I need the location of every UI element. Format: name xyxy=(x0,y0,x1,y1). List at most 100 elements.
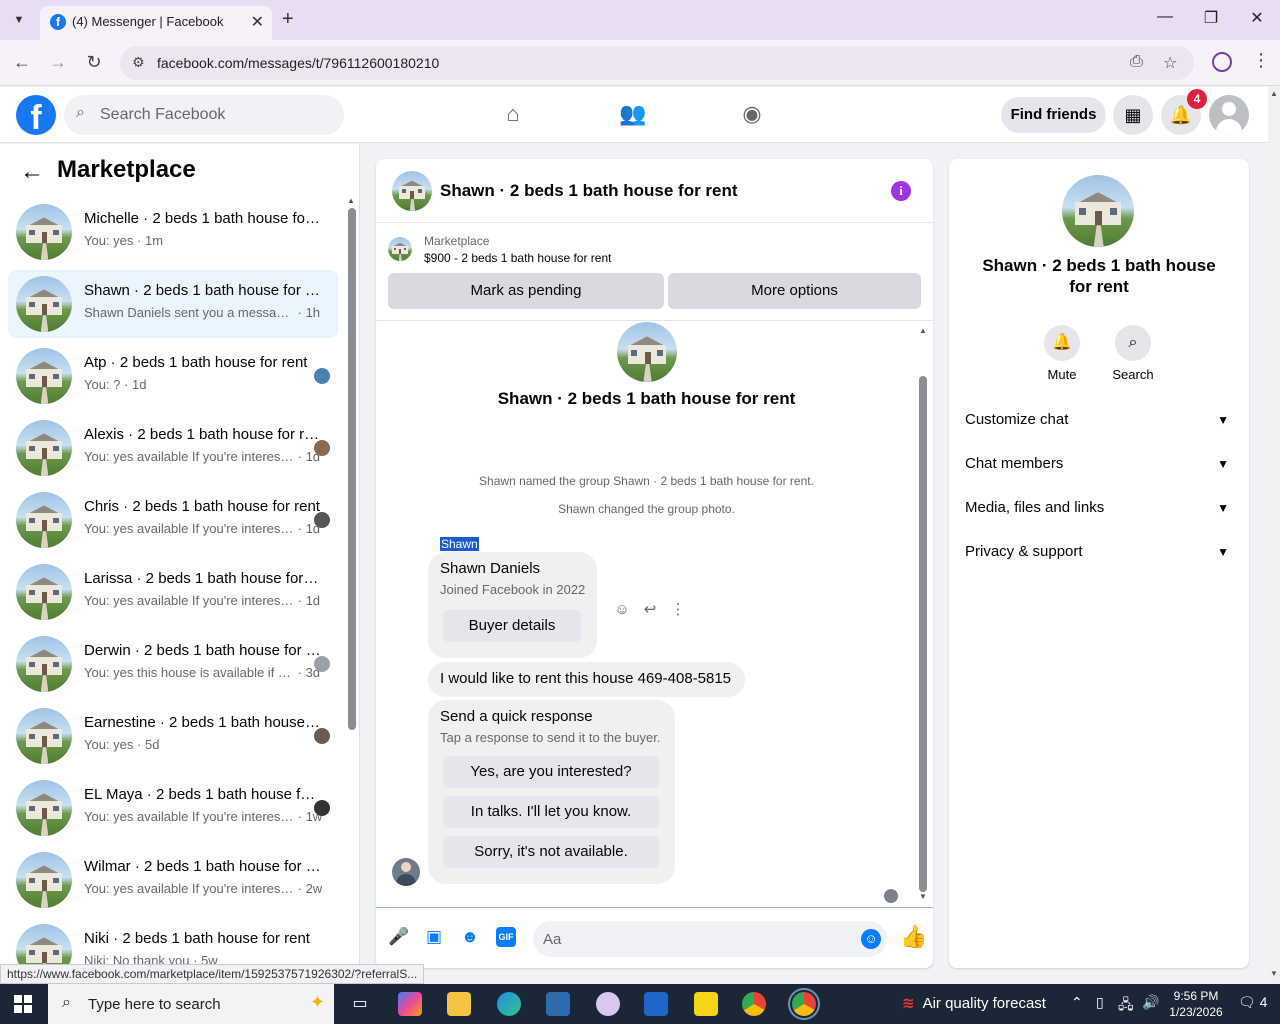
conversation-item[interactable]: Chris · 2 beds 1 bath house for rent You:… xyxy=(8,486,338,554)
mark-as-pending-button[interactable]: Mark as pending xyxy=(388,273,664,309)
scrollbar-thumb[interactable] xyxy=(348,208,356,730)
back-arrow-icon[interactable]: ← xyxy=(20,158,44,186)
scroll-down-icon[interactable]: ▼ xyxy=(1270,969,1278,978)
gif-icon[interactable]: GIF xyxy=(496,927,516,947)
weather-widget[interactable]: ≋ Air quality forecast xyxy=(902,994,1046,1012)
outlook-icon[interactable] xyxy=(644,992,668,1016)
chat-avatar[interactable] xyxy=(392,171,432,211)
restore-icon[interactable]: ❐ xyxy=(1199,8,1223,28)
taskbar-search[interactable]: ⌕ Type here to search ✦ xyxy=(48,984,334,1024)
new-tab-button[interactable]: + xyxy=(282,8,294,31)
info-icon[interactable]: i xyxy=(891,181,911,201)
copilot-app-icon[interactable] xyxy=(398,992,422,1016)
facebook-logo-icon[interactable]: f xyxy=(16,95,56,137)
mute-bell-icon[interactable]: 🔔 xyxy=(1044,325,1080,361)
taskbar-clock[interactable]: 9:56 PM 1/23/2026 xyxy=(1168,988,1224,1020)
window-close-icon[interactable]: ✕ xyxy=(1245,8,1269,28)
conversation-item[interactable]: Derwin · 2 beds 1 bath house for rent You… xyxy=(8,630,338,698)
scrollbar-thumb[interactable] xyxy=(919,376,927,892)
file-explorer-icon[interactable] xyxy=(447,992,471,1016)
forward-icon[interactable]: → xyxy=(46,52,70,73)
groups-icon[interactable]: ◉ xyxy=(738,101,766,129)
reload-icon[interactable]: ↻ xyxy=(82,52,106,73)
conversation-item[interactable]: Michelle · 2 beds 1 bath house for rent Y… xyxy=(8,198,338,266)
scroll-up-icon[interactable]: ▲ xyxy=(347,196,355,205)
thumbs-up-icon[interactable]: 👍 xyxy=(900,924,927,950)
network-icon[interactable]: 🖧 xyxy=(1118,994,1134,1018)
listing-price-title[interactable]: $900 - 2 beds 1 bath house for rent xyxy=(424,251,611,265)
tab-search-chevron-icon[interactable]: ▼ xyxy=(8,9,30,31)
chrome-icon[interactable] xyxy=(742,992,766,1016)
scroll-up-icon[interactable]: ▲ xyxy=(919,326,927,335)
volume-icon[interactable]: 🔊 xyxy=(1142,994,1159,1011)
friends-icon[interactable]: 👥 xyxy=(619,101,647,129)
conversation-item[interactable]: EL Maya · 2 beds 1 bath house for rent Yo… xyxy=(8,774,338,842)
tab-close-icon[interactable]: ✕ xyxy=(251,12,264,32)
quick-response-option[interactable]: In talks. I'll let you know. xyxy=(443,796,659,828)
microphone-icon[interactable]: 🎤 xyxy=(388,927,409,947)
conversation-preview: You: yes available If you're interested … xyxy=(84,593,321,608)
more-actions-icon[interactable]: ⋮ xyxy=(664,600,692,618)
browser-menu-icon[interactable]: ⋮ xyxy=(1252,50,1270,71)
conversation-item[interactable]: Wilmar · 2 beds 1 bath house for rent You… xyxy=(8,846,338,914)
microsoft-store-icon[interactable] xyxy=(546,992,570,1016)
conversation-item[interactable]: Niki · 2 beds 1 bath house for rent Niki:… xyxy=(8,918,338,964)
snipping-app-icon[interactable] xyxy=(596,992,620,1016)
message-input-wrapper[interactable]: ☺ xyxy=(533,921,887,957)
menu-grid-icon[interactable]: ▦ xyxy=(1113,95,1153,135)
conversation-item[interactable]: Larissa · 2 beds 1 bath house for rent Yo… xyxy=(8,558,338,626)
chat-title[interactable]: Shawn · 2 beds 1 bath house for rent xyxy=(440,181,738,201)
find-friends-button[interactable]: Find friends xyxy=(1001,97,1106,133)
notification-center-icon[interactable]: 🗨 4 xyxy=(1238,994,1267,1011)
sticky-notes-icon[interactable] xyxy=(694,992,718,1016)
task-view-icon[interactable]: ▭ xyxy=(348,992,372,1016)
photo-icon[interactable]: ▣ xyxy=(424,927,444,947)
chat-members-section[interactable]: Chat members ▼ xyxy=(965,444,1233,484)
conversation-item[interactable]: Alexis · 2 beds 1 bath house for rent You… xyxy=(8,414,338,482)
media-files-links-section[interactable]: Media, files and links ▼ xyxy=(965,488,1233,528)
customize-chat-section[interactable]: Customize chat ▼ xyxy=(965,400,1233,440)
url-text[interactable]: facebook.com/messages/t/796112600180210 xyxy=(157,55,439,71)
privacy-support-section[interactable]: Privacy & support ▼ xyxy=(965,532,1233,572)
sender-avatar[interactable] xyxy=(392,858,420,886)
site-settings-icon[interactable]: ⚙ xyxy=(132,54,145,71)
page-scrollbar[interactable]: ▲ ▼ xyxy=(1268,87,1280,984)
more-options-button[interactable]: More options xyxy=(668,273,921,309)
mute-action[interactable]: 🔔 Mute xyxy=(1032,325,1092,382)
chrome-profile-icon[interactable] xyxy=(788,988,820,1020)
windows-start-icon[interactable] xyxy=(14,995,32,1013)
quick-response-option[interactable]: Yes, are you interested? xyxy=(443,756,659,788)
message-input[interactable] xyxy=(543,927,843,951)
back-icon[interactable]: ← xyxy=(10,52,34,73)
sidebar-scrollbar[interactable]: ▲ xyxy=(347,196,356,732)
react-emoji-icon[interactable]: ☺ xyxy=(608,601,636,618)
account-avatar[interactable] xyxy=(1209,95,1249,135)
conversation-item[interactable]: Atp · 2 beds 1 bath house for rent You: ?… xyxy=(8,342,338,410)
reply-icon[interactable]: ↩ xyxy=(636,600,664,618)
home-icon[interactable]: ⌂ xyxy=(499,101,527,129)
bookmark-star-icon[interactable]: ☆ xyxy=(1163,53,1177,73)
sticker-icon[interactable]: ☻ xyxy=(460,927,480,947)
conversation-item[interactable]: Shawn · 2 beds 1 bath house for rent Shaw… xyxy=(8,270,338,338)
install-app-icon[interactable]: ⎙ xyxy=(1130,53,1143,71)
message-bubble[interactable]: I would like to rent this house 469-408-… xyxy=(428,662,745,697)
url-omnibox[interactable]: ⚙ facebook.com/messages/t/79611260018021… xyxy=(120,46,1194,80)
buyer-details-button[interactable]: Buyer details xyxy=(443,610,581,642)
scroll-down-icon[interactable]: ▼ xyxy=(919,892,927,901)
facebook-search-input[interactable] xyxy=(100,103,330,127)
thread-scrollbar[interactable]: ▲ ▼ xyxy=(917,326,929,902)
facebook-search[interactable]: ⌕ xyxy=(64,95,344,135)
browser-profile-icon[interactable] xyxy=(1212,52,1232,72)
scroll-up-icon[interactable]: ▲ xyxy=(1270,89,1278,98)
listing-thumbnail[interactable] xyxy=(388,237,412,261)
minimize-icon[interactable]: — xyxy=(1153,8,1177,26)
search-icon[interactable]: ⌕ xyxy=(1115,325,1151,361)
quick-response-option[interactable]: Sorry, it's not available. xyxy=(443,836,659,868)
edge-browser-icon[interactable] xyxy=(497,992,521,1016)
emoji-icon[interactable]: ☺ xyxy=(861,929,881,949)
tray-device-icon[interactable]: ▯ xyxy=(1096,994,1104,1011)
browser-tab[interactable]: f (4) Messenger | Facebook ✕ xyxy=(40,6,272,40)
tray-chevron-up-icon[interactable]: ⌃ xyxy=(1071,994,1083,1011)
search-action[interactable]: ⌕ Search xyxy=(1103,325,1163,382)
conversation-item[interactable]: Earnestine · 2 beds 1 bath house for ren… xyxy=(8,702,338,770)
